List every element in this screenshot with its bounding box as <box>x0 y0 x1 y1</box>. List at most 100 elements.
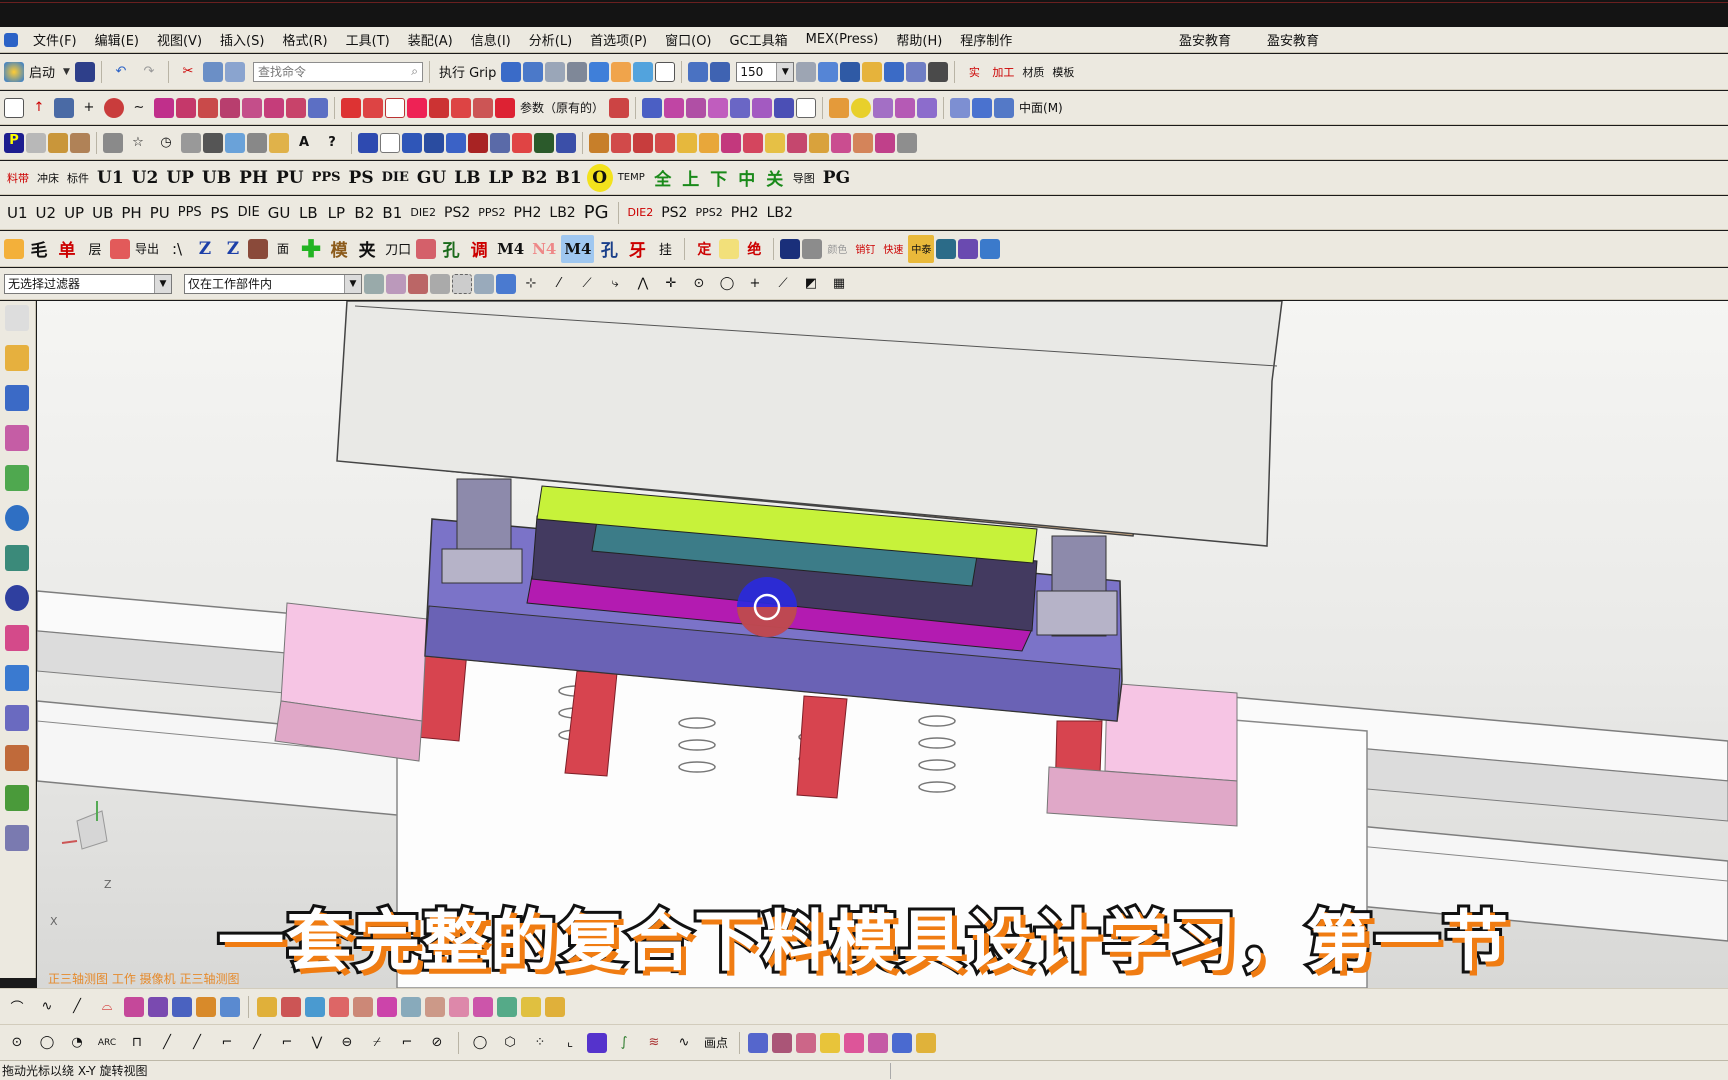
edit-a-icon[interactable] <box>257 996 277 1017</box>
pps-button[interactable]: PPS <box>309 164 344 192</box>
grid-f-icon[interactable] <box>868 1032 889 1053</box>
lb2-move-button[interactable]: LB2 <box>546 199 578 227</box>
export-button[interactable]: 导出 <box>132 235 162 263</box>
diamond-icon[interactable] <box>4 238 24 259</box>
circle-b-icon[interactable]: ⊖ <box>334 1029 360 1057</box>
edit-b-icon[interactable] <box>281 996 301 1017</box>
sheet-metal-icon[interactable] <box>589 132 609 153</box>
shell-icon[interactable] <box>994 97 1015 118</box>
select-3-icon[interactable] <box>430 273 450 294</box>
arc-label-icon[interactable]: ARC <box>94 1029 120 1057</box>
box-select-icon[interactable] <box>452 273 472 294</box>
surface-grid-icon[interactable] <box>642 97 663 118</box>
snap-grid-icon[interactable]: ▦ <box>826 270 852 298</box>
view-icon[interactable] <box>710 61 731 82</box>
surface-d-icon[interactable] <box>196 996 216 1017</box>
bottle-icon[interactable] <box>225 132 245 153</box>
snap-existing-icon[interactable]: + <box>742 270 768 298</box>
line-h-icon[interactable]: ⌐ <box>394 1029 420 1057</box>
fillet-curve-icon[interactable] <box>407 97 427 118</box>
snap-point-icon[interactable]: ⊹ <box>518 270 544 298</box>
hole-auto-button[interactable]: 孔 <box>596 235 622 263</box>
measure-icon[interactable] <box>862 61 883 82</box>
grip-icon[interactable] <box>501 61 522 82</box>
circle-icon[interactable]: ◯ <box>34 1029 60 1057</box>
snap-curve-icon[interactable]: ⤷ <box>602 270 628 298</box>
snap-quadrant-icon[interactable]: ◯ <box>714 270 740 298</box>
pps2-move-button[interactable]: PPS2 <box>475 199 508 227</box>
grid-d-icon[interactable] <box>820 1032 841 1053</box>
die-3-icon[interactable] <box>402 132 422 153</box>
u2-move-button[interactable]: U2 <box>33 199 60 227</box>
edit-d-icon[interactable] <box>329 996 349 1017</box>
spline-curve-icon[interactable]: ∿ <box>34 993 60 1021</box>
feature-3-icon[interactable] <box>895 97 916 118</box>
ph2-button[interactable]: PH2 <box>728 199 762 227</box>
circle-d-icon[interactable]: ◯ <box>467 1029 493 1057</box>
die-2-icon[interactable] <box>380 132 400 153</box>
sm-9-icon[interactable] <box>787 132 807 153</box>
temp-button[interactable]: TEMP <box>615 164 648 192</box>
menu-tools[interactable]: 工具(T) <box>337 30 399 49</box>
note-icon[interactable] <box>103 132 123 153</box>
tool-icon[interactable] <box>958 238 979 259</box>
ph2-move-button[interactable]: PH2 <box>511 199 545 227</box>
draw-point-button[interactable]: 画点 <box>701 1029 731 1057</box>
grid-c-icon[interactable] <box>796 1032 817 1053</box>
snap-end-icon[interactable]: ⁄ <box>546 270 572 298</box>
sm-12-icon[interactable] <box>853 132 873 153</box>
layout-icon[interactable] <box>523 61 544 82</box>
tree-icon[interactable] <box>203 132 223 153</box>
poly-icon[interactable]: ⬡ <box>497 1029 523 1057</box>
bridge-icon[interactable] <box>308 97 328 118</box>
system-scene-icon[interactable] <box>5 745 29 771</box>
help-icon[interactable]: ? <box>319 129 345 157</box>
lb2-button[interactable]: LB2 <box>764 199 796 227</box>
die-8-icon[interactable] <box>534 132 554 153</box>
text-icon[interactable]: A <box>291 129 317 157</box>
role-icon[interactable] <box>5 705 29 731</box>
graphics-viewport[interactable] <box>37 301 1728 988</box>
sm-7-icon[interactable] <box>743 132 763 153</box>
cross-icon[interactable]: + <box>76 94 102 122</box>
sm-5-icon[interactable] <box>699 132 719 153</box>
feature-1-icon[interactable] <box>829 97 850 118</box>
edit-g-icon[interactable] <box>401 996 421 1017</box>
feature-4-icon[interactable] <box>917 97 938 118</box>
mid-surface-button[interactable]: 中面(M) <box>1016 94 1066 122</box>
sm-6-icon[interactable] <box>721 132 741 153</box>
die-5-icon[interactable] <box>446 132 466 153</box>
clamp-button[interactable]: 夹 <box>354 235 380 263</box>
table-icon[interactable] <box>247 132 267 153</box>
edit-e-icon[interactable] <box>353 996 373 1017</box>
menu-format[interactable]: 格式(R) <box>273 30 336 49</box>
snap-control-icon[interactable]: ⋀ <box>630 270 656 298</box>
wave-icon[interactable]: ∫ <box>611 1029 637 1057</box>
adjust-button[interactable]: 调 <box>466 235 492 263</box>
machining-label[interactable]: 加工 <box>989 58 1017 86</box>
star-icon[interactable]: ☆ <box>125 129 151 157</box>
redo-icon[interactable]: ↷ <box>136 58 162 86</box>
sine-icon[interactable]: ∿ <box>671 1029 697 1057</box>
grid-e-icon[interactable] <box>844 1032 865 1053</box>
b2-move-button[interactable]: B2 <box>351 199 377 227</box>
pg-button[interactable]: PG <box>820 164 853 192</box>
curve-icon[interactable]: ∼ <box>126 94 152 122</box>
zhongtai-stock-button[interactable]: 中泰 <box>908 234 935 263</box>
profile-icon[interactable]: ⊓ <box>124 1029 150 1057</box>
grid-g-icon[interactable] <box>892 1032 913 1053</box>
edit-l-icon[interactable] <box>521 996 541 1017</box>
grid-b-icon[interactable] <box>772 1032 793 1053</box>
menu-analysis[interactable]: 分析(L) <box>520 30 581 49</box>
menu-insert[interactable]: 插入(S) <box>211 30 273 49</box>
snap-curve-point-icon[interactable]: ⟋ <box>770 270 796 298</box>
ub-move-button[interactable]: UB <box>89 199 116 227</box>
menu-file[interactable]: 文件(F) <box>24 30 86 49</box>
ph-move-button[interactable]: PH <box>118 199 144 227</box>
press-button[interactable]: 冲床 <box>34 164 62 192</box>
start-button[interactable]: 启动 <box>26 58 58 86</box>
path-button[interactable]: :\ <box>164 235 190 263</box>
mold-button[interactable]: 模 <box>326 235 352 263</box>
extend-icon[interactable] <box>363 97 383 118</box>
print-icon[interactable] <box>545 61 566 82</box>
